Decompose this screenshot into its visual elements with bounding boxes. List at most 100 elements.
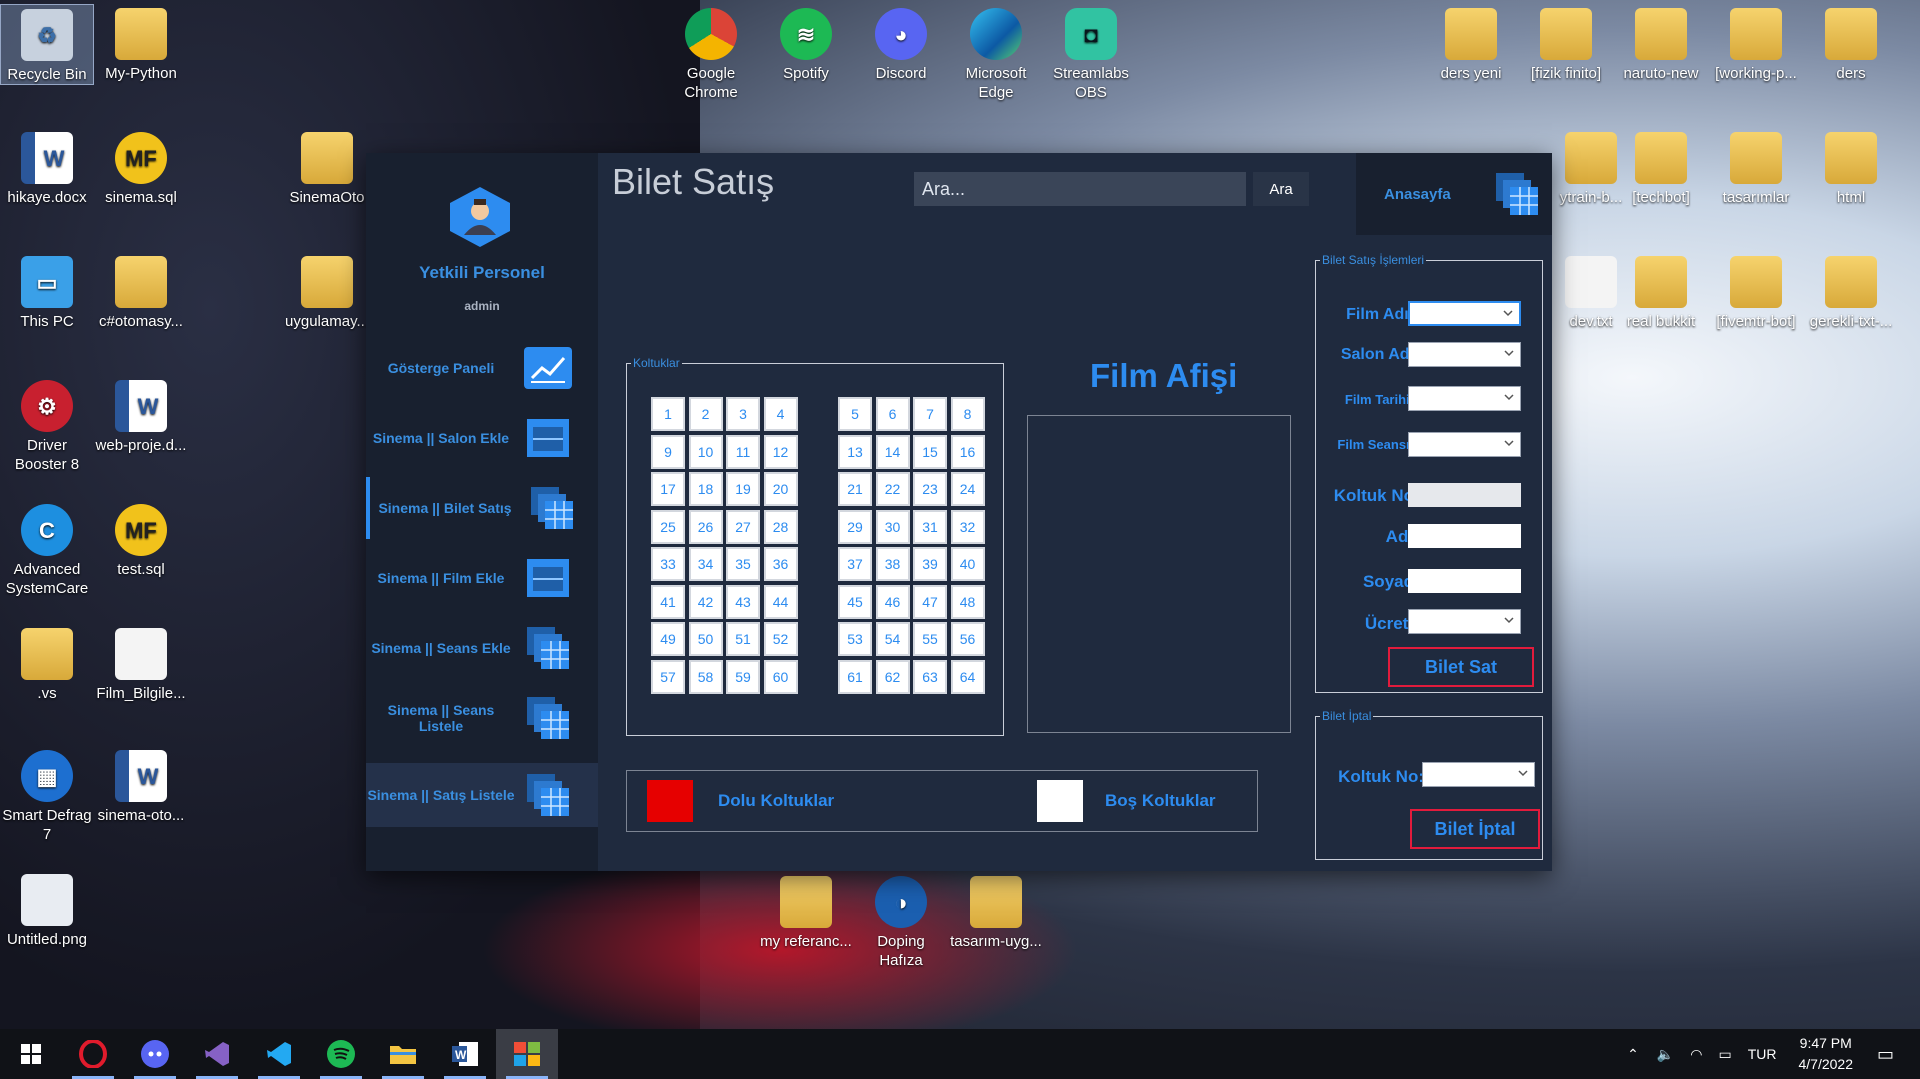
desktop-icon-discord[interactable]: ◕ Discord bbox=[854, 4, 948, 83]
desktop-icon-html[interactable]: html bbox=[1804, 128, 1898, 207]
seat-button-27[interactable]: 27 bbox=[726, 509, 760, 544]
desktop-icon-ders[interactable]: ders bbox=[1804, 4, 1898, 83]
seat-button-24[interactable]: 24 bbox=[950, 472, 985, 506]
sidebar-item-list-sessions[interactable]: Sinema || Seans Listele bbox=[366, 687, 598, 749]
volume-icon[interactable]: 🔈 bbox=[1657, 1046, 1674, 1063]
sidebar-item-add-session[interactable]: Sinema || Seans Ekle bbox=[366, 617, 598, 679]
seat-button-41[interactable]: 41 bbox=[651, 584, 685, 619]
taskbar-vscode[interactable] bbox=[248, 1029, 310, 1079]
sidebar-item-add-film[interactable]: Sinema || Film Ekle bbox=[366, 547, 598, 609]
desktop-icon-sinema-sql[interactable]: MF sinema.sql bbox=[94, 128, 188, 207]
seat-button-35[interactable]: 35 bbox=[726, 547, 760, 581]
seat-button-44[interactable]: 44 bbox=[763, 584, 798, 619]
seat-button-13[interactable]: 13 bbox=[838, 434, 872, 469]
seat-button-63[interactable]: 63 bbox=[913, 659, 947, 694]
desktop-icon-driver-booster[interactable]: ⚙ Driver Booster 8 bbox=[0, 376, 94, 474]
taskbar-app-window[interactable] bbox=[496, 1029, 558, 1079]
seat-button-62[interactable]: 62 bbox=[875, 659, 910, 694]
seat-button-4[interactable]: 4 bbox=[763, 397, 798, 431]
seat-button-1[interactable]: 1 bbox=[651, 397, 685, 431]
desktop-icon-recycle-bin[interactable]: ♻ Recycle Bin bbox=[0, 4, 94, 85]
film-date-select[interactable] bbox=[1408, 386, 1521, 411]
seat-button-19[interactable]: 19 bbox=[726, 472, 760, 506]
seat-button-36[interactable]: 36 bbox=[763, 547, 798, 581]
wifi-icon[interactable]: ◠ bbox=[1690, 1046, 1702, 1063]
seat-button-26[interactable]: 26 bbox=[688, 509, 723, 544]
desktop-icon-sinemaoto[interactable]: SinemaOto bbox=[280, 128, 374, 207]
battery-icon[interactable]: ▭ bbox=[1718, 1046, 1731, 1063]
seat-button-64[interactable]: 64 bbox=[950, 659, 985, 694]
language-indicator[interactable]: TUR bbox=[1748, 1046, 1777, 1062]
seat-button-12[interactable]: 12 bbox=[763, 434, 798, 469]
desktop-icon-fizik-finito[interactable]: [fizik finito] bbox=[1519, 4, 1613, 83]
taskbar-file-explorer[interactable] bbox=[372, 1029, 434, 1079]
desktop-icon-ders-yeni[interactable]: ders yeni bbox=[1424, 4, 1518, 83]
film-session-select[interactable] bbox=[1408, 432, 1521, 457]
seat-button-45[interactable]: 45 bbox=[838, 584, 872, 619]
seat-button-30[interactable]: 30 bbox=[875, 509, 910, 544]
desktop-icon-doping-hafiza[interactable]: ◑ Doping Hafıza bbox=[854, 872, 948, 970]
desktop-icon-c-otomasyon[interactable]: c#otomasy... bbox=[94, 252, 188, 331]
desktop-icon-hikaye[interactable]: W hikaye.docx bbox=[0, 128, 94, 207]
seat-button-28[interactable]: 28 bbox=[763, 509, 798, 544]
seat-button-5[interactable]: 5 bbox=[838, 397, 872, 431]
seat-button-25[interactable]: 25 bbox=[651, 509, 685, 544]
last-name-input[interactable] bbox=[1408, 569, 1521, 593]
taskbar-opera[interactable] bbox=[62, 1029, 124, 1079]
desktop-icon-smart-defrag[interactable]: ▦ Smart Defrag 7 bbox=[0, 746, 94, 844]
chevron-up-icon[interactable]: ⌃ bbox=[1627, 1046, 1639, 1063]
seat-button-33[interactable]: 33 bbox=[651, 547, 685, 581]
seat-button-32[interactable]: 32 bbox=[950, 509, 985, 544]
seat-button-22[interactable]: 22 bbox=[875, 472, 910, 506]
seat-button-39[interactable]: 39 bbox=[913, 547, 947, 581]
seat-button-43[interactable]: 43 bbox=[726, 584, 760, 619]
sidebar-item-list-sales[interactable]: Sinema || Satış Listele bbox=[366, 763, 598, 827]
seat-button-58[interactable]: 58 bbox=[688, 659, 723, 694]
desktop-icon-my-referanc[interactable]: my referanc... bbox=[759, 872, 853, 951]
seat-button-50[interactable]: 50 bbox=[688, 622, 723, 656]
hall-name-select[interactable] bbox=[1408, 342, 1521, 367]
seat-button-16[interactable]: 16 bbox=[950, 434, 985, 469]
desktop-icon-naruto-new[interactable]: naruto-new bbox=[1614, 4, 1708, 83]
seat-button-17[interactable]: 17 bbox=[651, 472, 685, 506]
seat-button-60[interactable]: 60 bbox=[763, 659, 798, 694]
seat-button-37[interactable]: 37 bbox=[838, 547, 872, 581]
desktop-icon-vs[interactable]: .vs bbox=[0, 624, 94, 703]
seat-button-51[interactable]: 51 bbox=[726, 622, 760, 656]
clock[interactable]: 9:47 PM 4/7/2022 bbox=[1798, 1033, 1853, 1075]
seat-button-34[interactable]: 34 bbox=[688, 547, 723, 581]
seat-button-21[interactable]: 21 bbox=[838, 472, 872, 506]
seat-button-11[interactable]: 11 bbox=[726, 434, 760, 469]
price-select[interactable] bbox=[1408, 609, 1521, 634]
seat-button-31[interactable]: 31 bbox=[913, 509, 947, 544]
desktop-icon-web-proje[interactable]: W web-proje.d... bbox=[94, 376, 188, 455]
seat-button-61[interactable]: 61 bbox=[838, 659, 872, 694]
seat-button-48[interactable]: 48 bbox=[950, 584, 985, 619]
taskbar-spotify[interactable] bbox=[310, 1029, 372, 1079]
seat-button-42[interactable]: 42 bbox=[688, 584, 723, 619]
desktop-icon-my-python[interactable]: My-Python bbox=[94, 4, 188, 83]
seat-button-49[interactable]: 49 bbox=[651, 622, 685, 656]
seat-button-46[interactable]: 46 bbox=[875, 584, 910, 619]
seat-button-56[interactable]: 56 bbox=[950, 622, 985, 656]
sidebar-item-add-hall[interactable]: Sinema || Salon Ekle bbox=[366, 407, 598, 469]
desktop-icon-edge[interactable]: Microsoft Edge bbox=[949, 4, 1043, 102]
desktop-icon-film-bilgileri[interactable]: Film_Bilgile... bbox=[94, 624, 188, 703]
seat-no-field[interactable] bbox=[1408, 483, 1521, 507]
desktop-icon-spotify[interactable]: ≋ Spotify bbox=[759, 4, 853, 83]
desktop-icon-gerekli-txt[interactable]: gerekli-txt-... bbox=[1804, 252, 1898, 331]
seat-button-40[interactable]: 40 bbox=[950, 547, 985, 581]
seat-button-54[interactable]: 54 bbox=[875, 622, 910, 656]
seat-button-7[interactable]: 7 bbox=[913, 397, 947, 431]
sell-ticket-button[interactable]: Bilet Sat bbox=[1388, 647, 1534, 687]
desktop-icon-untitled-png[interactable]: Untitled.png bbox=[0, 870, 94, 949]
desktop-icon-tasarim-uyg[interactable]: tasarım-uyg... bbox=[949, 872, 1043, 951]
film-name-select[interactable] bbox=[1408, 301, 1521, 326]
seat-button-23[interactable]: 23 bbox=[913, 472, 947, 506]
sidebar-item-dashboard[interactable]: Gösterge Paneli bbox=[366, 337, 598, 399]
desktop-icon-real-bukkit[interactable]: real bukkit bbox=[1614, 252, 1708, 331]
seat-button-55[interactable]: 55 bbox=[913, 622, 947, 656]
seat-button-9[interactable]: 9 bbox=[651, 434, 685, 469]
seat-button-6[interactable]: 6 bbox=[875, 397, 910, 431]
seat-button-38[interactable]: 38 bbox=[875, 547, 910, 581]
